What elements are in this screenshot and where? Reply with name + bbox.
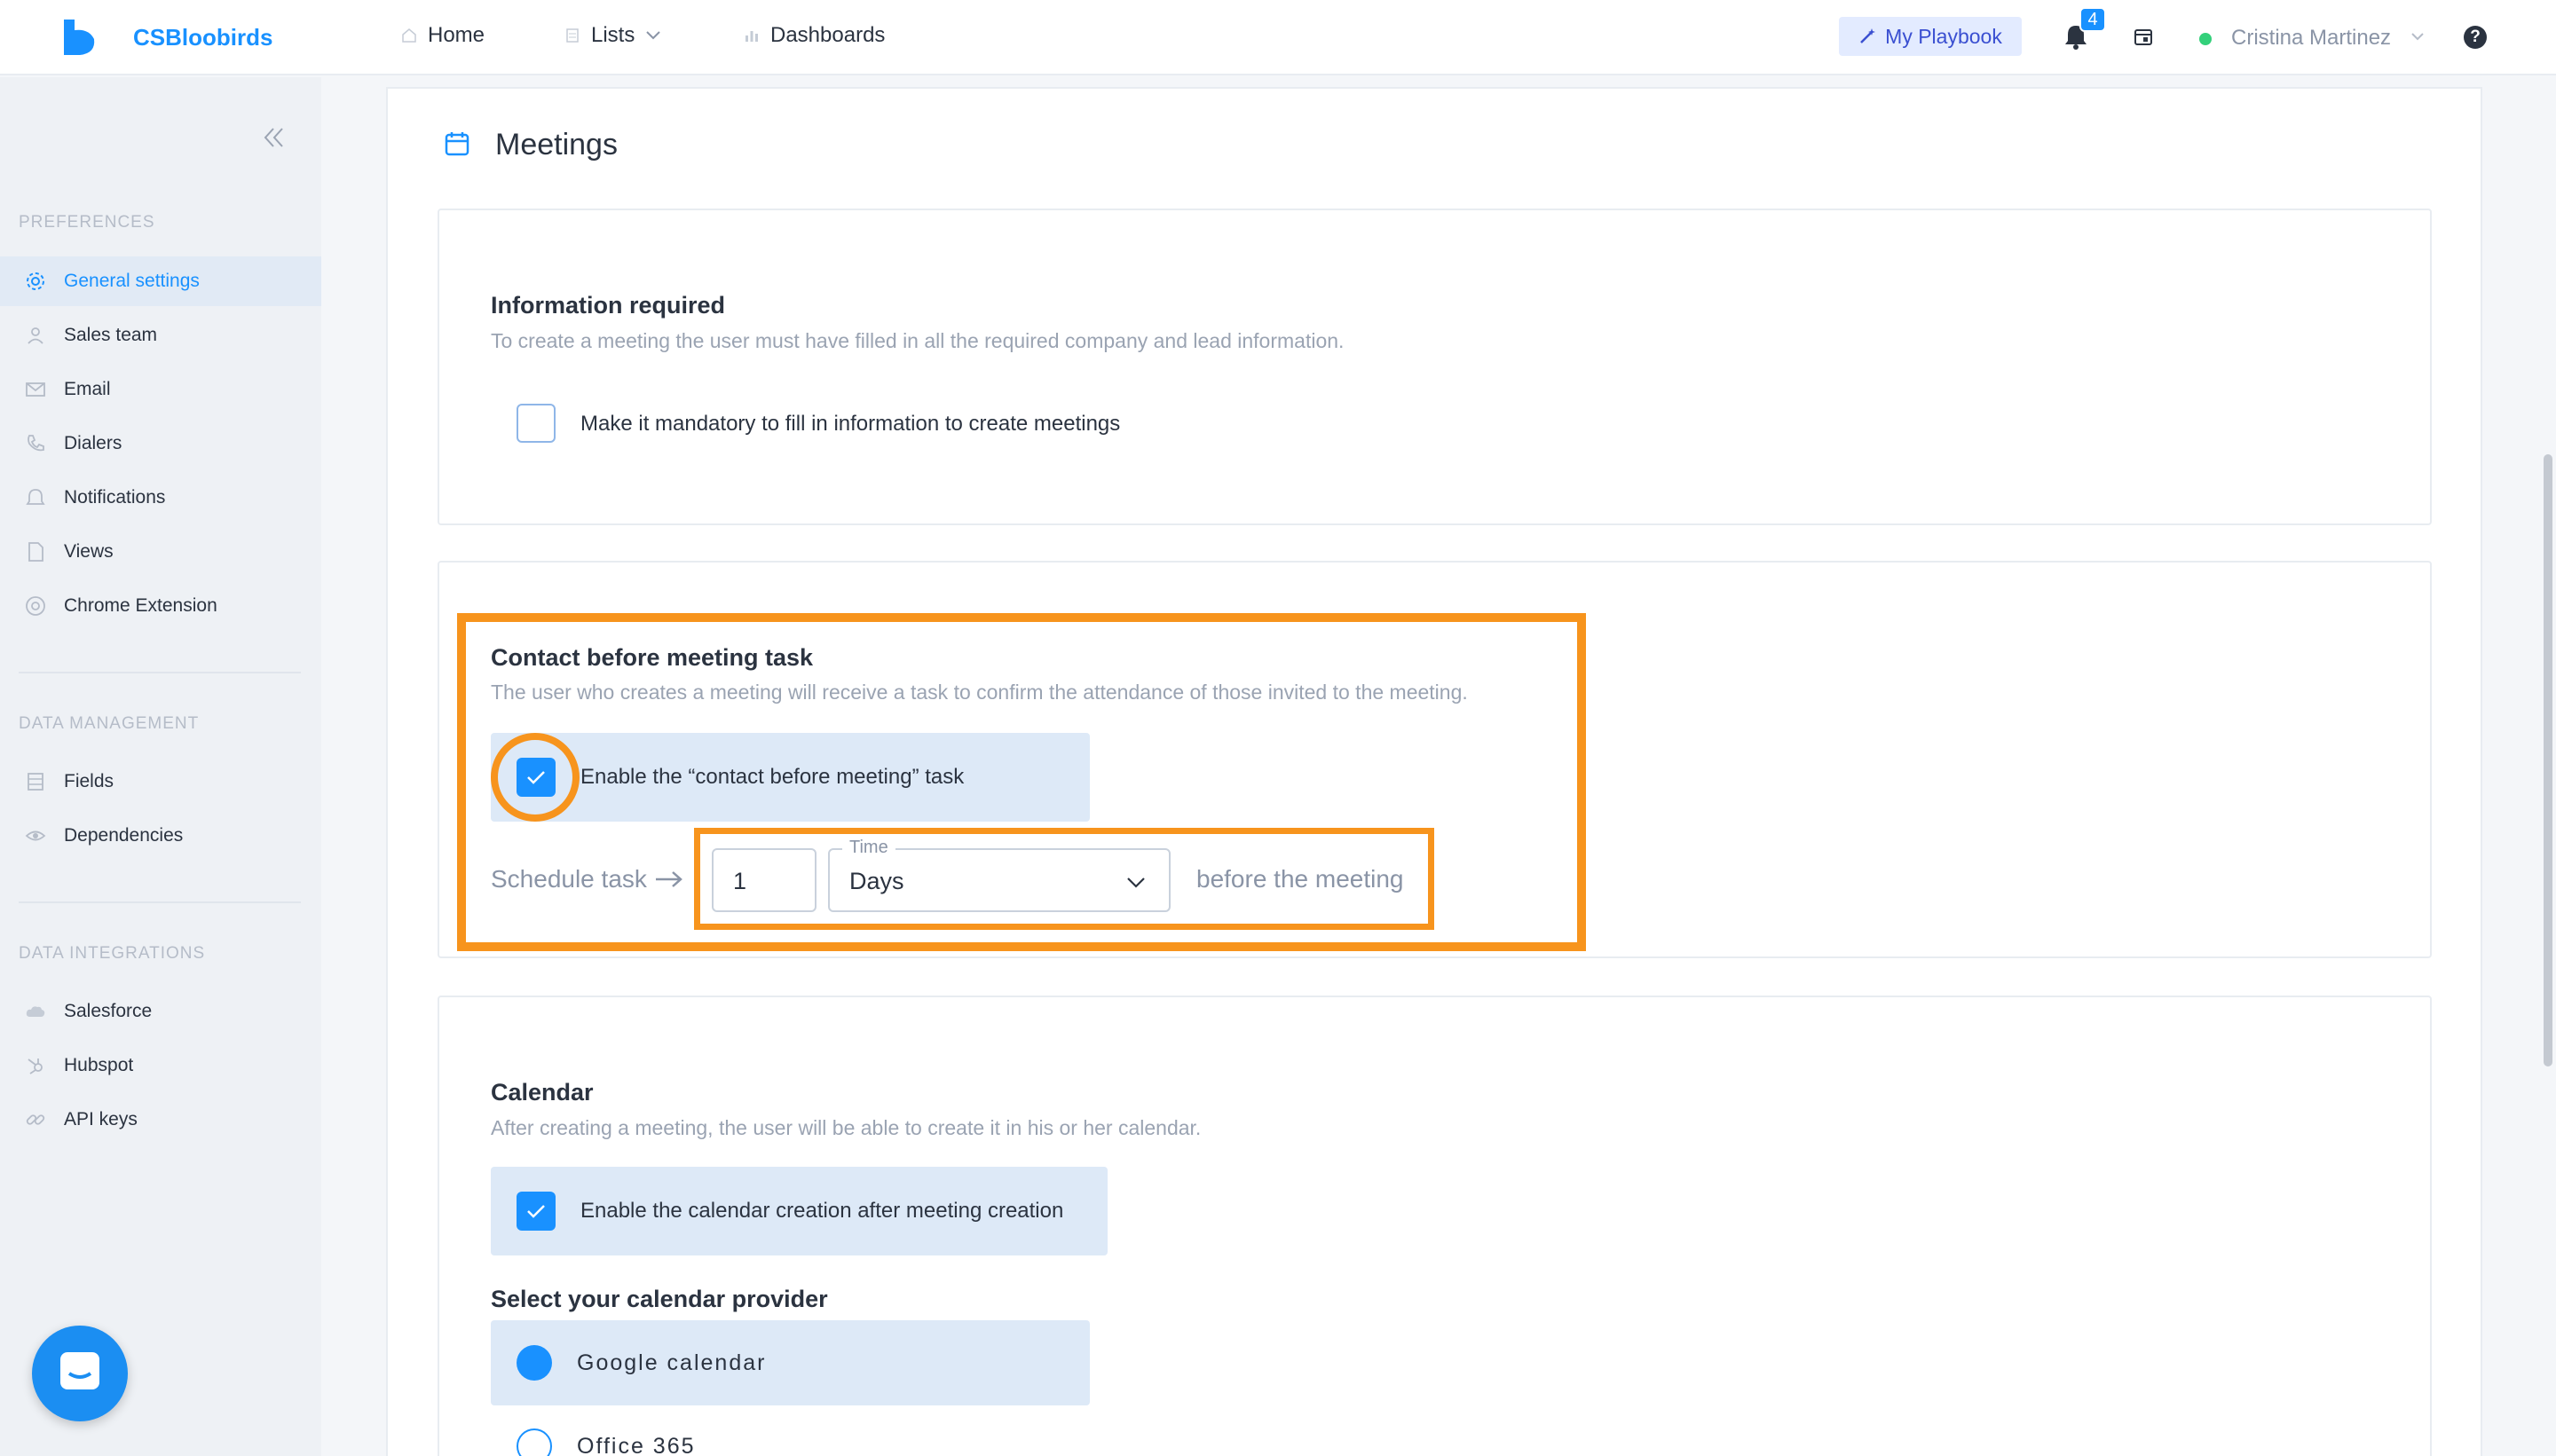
my-playbook-label: My Playbook (1885, 24, 2002, 48)
online-status-dot (2199, 33, 2212, 45)
section-description: After creating a meeting, the user will … (491, 1116, 1202, 1139)
sidebar-item-salesforce[interactable]: Salesforce (0, 987, 321, 1036)
page-title: Meetings (495, 128, 618, 161)
section-title: Information required (491, 292, 726, 319)
notification-count-badge: 4 (2079, 7, 2106, 32)
collapse-sidebar-icon[interactable] (261, 125, 286, 150)
sidebar-item-notifications[interactable]: Notifications (0, 473, 321, 523)
google-calendar-radio[interactable] (517, 1345, 552, 1381)
office-365-label[interactable]: Office 365 (577, 1434, 696, 1456)
mandatory-info-label[interactable]: Make it mandatory to fill in information… (580, 412, 1120, 437)
tutorial-highlight-checkbox (491, 733, 580, 822)
bell-icon (26, 489, 45, 505)
sidebar-item-label: General settings (64, 271, 200, 291)
list-icon (566, 28, 579, 43)
hubspot-icon (28, 1059, 43, 1074)
sidebar-item-label: Dialers (64, 433, 122, 453)
sidebar-item-label: API keys (64, 1109, 138, 1129)
sidebar-item-label: Salesforce (64, 1001, 153, 1021)
sidebar-item-label: Chrome Extension (64, 595, 217, 616)
cloud-icon (26, 1006, 45, 1017)
gear-icon (27, 272, 44, 290)
nav-lists[interactable]: Lists (564, 23, 661, 48)
bar-chart-icon (746, 31, 758, 42)
user-menu[interactable]: Cristina Martinez (2231, 26, 2391, 51)
sidebar-item-views[interactable]: Views (0, 527, 321, 577)
sidebar-item-label: Fields (64, 771, 114, 791)
sidebar-item-dependencies[interactable]: Dependencies (0, 811, 321, 861)
help-icon[interactable]: ? (2464, 26, 2487, 49)
chrome-icon (26, 596, 45, 616)
nav-home[interactable]: Home (401, 23, 485, 48)
calendar-creation-checkbox[interactable] (517, 1192, 556, 1231)
sidebar-item-label: Dependencies (64, 825, 184, 846)
nav-home-label: Home (428, 23, 485, 47)
sidebar-item-label: Views (64, 541, 114, 562)
calendar-provider-title: Select your calendar provider (491, 1286, 828, 1312)
support-chat-button[interactable] (32, 1326, 128, 1421)
bloobirds-logo-icon[interactable] (62, 18, 98, 57)
home-icon (402, 28, 416, 43)
google-calendar-label[interactable]: Google calendar (577, 1350, 766, 1376)
sidebar-item-hubspot[interactable]: Hubspot (0, 1041, 321, 1090)
mail-icon (26, 382, 45, 397)
calendar-icon[interactable] (2134, 27, 2153, 46)
file-icon (28, 542, 43, 562)
phone-icon (28, 435, 44, 452)
settings-sidebar: PREFERENCES General settings Sales team … (0, 77, 321, 1456)
nav-dashboards[interactable]: Dashboards (744, 23, 885, 48)
sidebar-item-dialers[interactable]: Dialers (0, 419, 321, 468)
sidebar-item-label: Sales team (64, 325, 158, 345)
sidebar-item-label: Email (64, 379, 111, 399)
sidebar-item-email[interactable]: Email (0, 365, 321, 414)
sidebar-item-api-keys[interactable]: API keys (0, 1095, 321, 1145)
my-playbook-button[interactable]: My Playbook (1839, 17, 2022, 56)
sidebar-item-general-settings[interactable]: General settings (0, 256, 321, 306)
sidebar-item-fields[interactable]: Fields (0, 757, 321, 807)
section-description: To create a meeting the user must have f… (491, 329, 1345, 352)
chevron-down-icon[interactable] (2410, 32, 2425, 41)
top-navigation-bar: CSBloobirds Home Lists Dashboards My Pla… (0, 0, 2556, 75)
list-icon (28, 773, 43, 791)
information-required-section (438, 209, 2432, 525)
mandatory-info-checkbox[interactable] (517, 404, 556, 443)
tutorial-highlight-schedule (694, 828, 1434, 930)
user-icon (28, 327, 43, 344)
nav-dashboards-label: Dashboards (770, 23, 886, 47)
eye-icon (25, 830, 46, 841)
section-title: Calendar (491, 1079, 594, 1106)
section-preferences: PREFERENCES (19, 213, 155, 232)
sidebar-item-label: Hubspot (64, 1055, 134, 1075)
checkmark-icon (527, 1205, 545, 1218)
sidebar-item-label: Notifications (64, 487, 166, 508)
calendar-creation-label[interactable]: Enable the calendar creation after meeti… (580, 1199, 1063, 1224)
nav-lists-label: Lists (591, 23, 635, 47)
chat-icon (60, 1352, 99, 1389)
calendar-icon (445, 132, 469, 156)
sidebar-item-sales-team[interactable]: Sales team (0, 311, 321, 360)
chevron-down-icon (646, 31, 661, 40)
sidebar-item-chrome-extension[interactable]: Chrome Extension (0, 581, 321, 631)
app-name[interactable]: CSBloobirds (133, 24, 272, 51)
magic-wand-icon (1860, 28, 1876, 43)
page-scrollbar[interactable] (2544, 454, 2552, 1066)
section-data-management: DATA MANAGEMENT (19, 714, 200, 733)
sidebar-divider (19, 901, 301, 903)
link-icon (26, 1114, 45, 1125)
section-data-integrations: DATA INTEGRATIONS (19, 944, 206, 963)
sidebar-divider (19, 672, 301, 673)
